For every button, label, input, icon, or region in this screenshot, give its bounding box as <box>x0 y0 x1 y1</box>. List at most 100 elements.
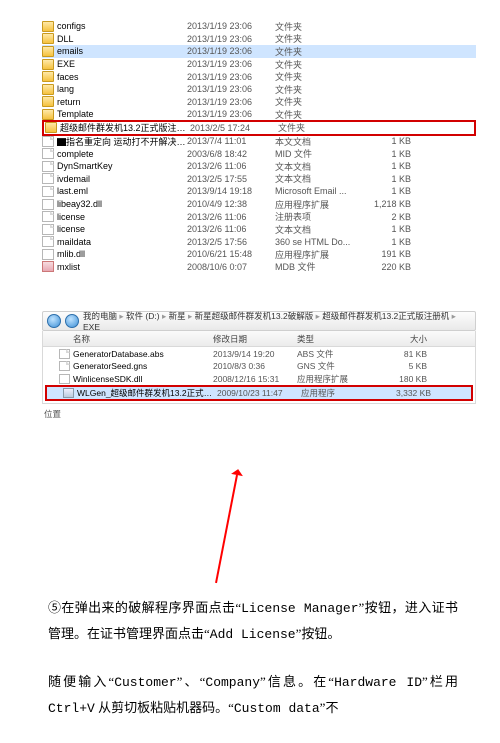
file-type: ABS 文件 <box>297 348 387 360</box>
folder-icon <box>45 122 57 133</box>
file-icon <box>42 109 54 120</box>
file-icon <box>42 261 54 272</box>
file-type: 应用程序扩展 <box>275 248 365 261</box>
file-date: 2003/6/8 18:42 <box>187 149 275 159</box>
file-type: MID 文件 <box>275 147 365 160</box>
file-icon <box>42 59 54 70</box>
file-size: 1 KB <box>365 161 411 171</box>
top-file-list: configs2013/1/19 23:06文件夹DLL2013/1/19 23… <box>42 20 476 273</box>
file-icon <box>42 211 54 222</box>
file-icon <box>42 46 54 57</box>
file-icon <box>42 96 54 107</box>
file-size: 2 KB <box>365 212 411 222</box>
file-row[interactable]: WinlicenseSDK.dll2008/12/16 15:31应用程序扩展1… <box>43 372 475 385</box>
col-name[interactable]: 名称 <box>43 333 213 345</box>
col-date[interactable]: 修改日期 <box>213 333 297 345</box>
file-row[interactable]: DynSmartKey2013/2/6 11:06文本文档1 KB <box>42 160 476 173</box>
file-icon <box>59 361 70 371</box>
highlighted-exe-row[interactable]: WLGen_超级邮件群发机13.2正式版注册机 2009/10/23 11:47… <box>45 385 473 401</box>
file-name: GeneratorDatabase.abs <box>73 349 213 359</box>
file-type: GNS 文件 <box>297 360 387 372</box>
breadcrumb[interactable]: 我的电脑 ▸ 软件 (D:) ▸ 新星 ▸ 新星超级邮件群发机13.2破解版 ▸… <box>83 310 471 332</box>
col-type[interactable]: 类型 <box>297 333 387 345</box>
breadcrumb-bar[interactable]: 我的电脑 ▸ 软件 (D:) ▸ 新星 ▸ 新星超级邮件群发机13.2破解版 ▸… <box>42 311 476 331</box>
file-name: WinlicenseSDK.dll <box>73 374 213 384</box>
file-row[interactable]: ▇指名重定向 运动打不开解决办法2013/7/4 11:01本文文档1 KB <box>42 135 476 148</box>
file-date: 2008/12/16 15:31 <box>213 374 297 384</box>
file-row[interactable]: license2013/2/6 11:06文本文档1 KB <box>42 223 476 236</box>
file-date: 2013/9/14 19:18 <box>187 186 275 196</box>
file-row[interactable]: faces2013/1/19 23:06文件夹 <box>42 70 476 83</box>
file-name: faces <box>57 72 187 82</box>
file-row[interactable]: lang2013/1/19 23:06文件夹 <box>42 83 476 96</box>
file-size: 180 KB <box>387 374 427 384</box>
file-date: 2010/8/3 0:36 <box>213 361 297 371</box>
file-type: 应用程序扩展 <box>275 198 365 211</box>
file-date: 2008/10/6 0:07 <box>187 262 275 272</box>
file-name: mlib.dll <box>57 249 187 259</box>
file-date: 2010/6/21 15:48 <box>187 249 275 259</box>
exe-icon <box>63 388 74 398</box>
file-type: 文件夹 <box>275 45 365 58</box>
file-row[interactable]: EXE2013/1/19 23:06文件夹 <box>42 58 476 71</box>
file-size: 1 KB <box>365 186 411 196</box>
file-size: 5 KB <box>387 361 427 371</box>
file-date: 2013/1/19 23:06 <box>187 59 275 69</box>
file-type: 文件夹 <box>275 32 365 45</box>
file-icon <box>42 33 54 44</box>
file-icon <box>42 173 54 184</box>
file-name: EXE <box>57 59 187 69</box>
file-name: Template <box>57 109 187 119</box>
file-icon <box>59 349 70 359</box>
col-size[interactable]: 大小 <box>387 333 427 345</box>
file-row[interactable]: mlib.dll2010/6/21 15:48应用程序扩展191 KB <box>42 248 476 261</box>
file-icon <box>59 374 70 384</box>
file-row[interactable]: license2013/2/6 11:06注册表项2 KB <box>42 210 476 223</box>
file-date: 2013/2/6 11:06 <box>187 212 275 222</box>
file-date: 2013/1/19 23:06 <box>187 46 275 56</box>
highlighted-folder-row[interactable]: 超级邮件群发机13.2正式版注册机 2013/2/5 17:24 文件夹 <box>42 120 476 136</box>
file-row[interactable]: maildata2013/2/5 17:56360 se HTML Do...1… <box>42 236 476 249</box>
instruction-step-6: 随便输入“Customer”、“Company”信息。在“Hardware ID… <box>48 669 458 721</box>
file-type: 文件夹 <box>278 121 368 134</box>
nav-fwd-icon[interactable] <box>65 314 79 328</box>
file-row[interactable]: complete2003/6/8 18:42MID 文件1 KB <box>42 147 476 160</box>
file-date: 2013/2/5 17:24 <box>190 123 278 133</box>
nav-back-icon[interactable] <box>47 314 61 328</box>
file-icon <box>42 136 54 147</box>
file-row[interactable]: GeneratorSeed.gns2010/8/3 0:36GNS 文件5 KB <box>43 360 475 373</box>
instruction-step-5: ⑤在弹出来的破解程序界面点击“License Manager”按钮，进入证书管理… <box>48 595 458 647</box>
file-row[interactable]: configs2013/1/19 23:06文件夹 <box>42 20 476 33</box>
file-row[interactable]: GeneratorDatabase.abs2013/9/14 19:20ABS … <box>43 347 475 360</box>
file-row[interactable]: last.eml2013/9/14 19:18Microsoft Email .… <box>42 185 476 198</box>
file-row[interactable]: DLL2013/1/19 23:06文件夹 <box>42 33 476 46</box>
file-date: 2009/10/23 11:47 <box>217 388 301 398</box>
file-type: 应用程序 <box>301 387 391 399</box>
file-row[interactable]: emails2013/1/19 23:06文件夹 <box>42 45 476 58</box>
file-type: Microsoft Email ... <box>275 186 365 196</box>
file-type: 文件夹 <box>275 95 365 108</box>
file-icon <box>42 224 54 235</box>
file-date: 2013/1/19 23:06 <box>187 72 275 82</box>
file-date: 2013/2/6 11:06 <box>187 224 275 234</box>
file-name: DynSmartKey <box>57 161 187 171</box>
file-row[interactable]: return2013/1/19 23:06文件夹 <box>42 96 476 109</box>
file-icon <box>42 71 54 82</box>
file-type: 文件夹 <box>275 70 365 83</box>
file-type: MDB 文件 <box>275 260 365 273</box>
file-row[interactable]: ivdemail2013/2/5 17:55文本文档1 KB <box>42 173 476 186</box>
location-label: 位置 <box>42 404 476 420</box>
file-icon <box>42 161 54 172</box>
file-icon <box>42 21 54 32</box>
file-name: mxlist <box>57 262 187 272</box>
file-row[interactable]: mxlist2008/10/6 0:07MDB 文件220 KB <box>42 261 476 274</box>
file-date: 2013/9/14 19:20 <box>213 349 297 359</box>
file-name: complete <box>57 149 187 159</box>
file-name: last.eml <box>57 186 187 196</box>
file-name: license <box>57 224 187 234</box>
column-header[interactable]: 名称 修改日期 类型 大小 <box>42 331 476 347</box>
file-name: ▇指名重定向 运动打不开解决办法 <box>57 135 187 148</box>
file-date: 2013/1/19 23:06 <box>187 97 275 107</box>
file-row[interactable]: libeay32.dll2010/4/9 12:38应用程序扩展1,218 KB <box>42 198 476 211</box>
file-type: 360 se HTML Do... <box>275 237 365 247</box>
